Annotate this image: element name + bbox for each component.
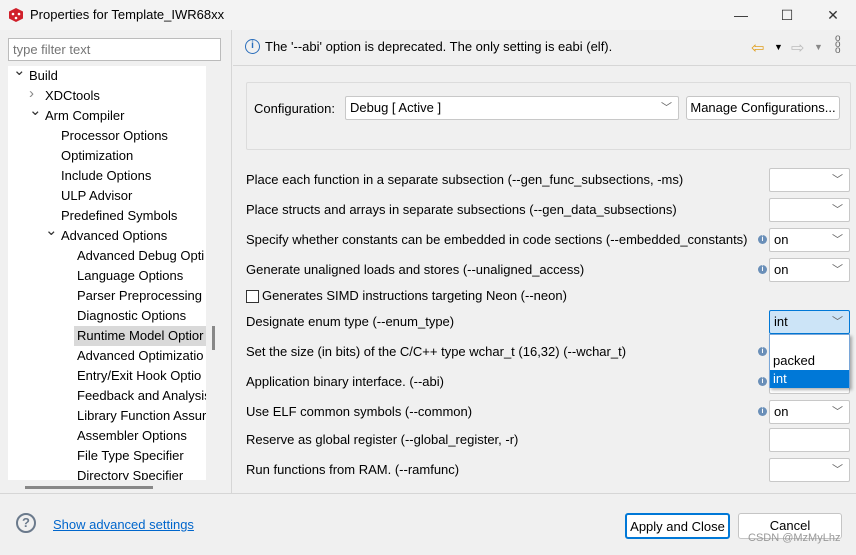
option-label: Set the size (in bits) of the C/C++ type… (246, 344, 627, 359)
configuration-label: Configuration: (254, 101, 335, 116)
manage-configurations-button[interactable]: Manage Configurations... (686, 96, 840, 120)
deprecation-message: The '--abi' option is deprecated. The on… (265, 39, 613, 54)
tree-item[interactable]: Library Function Assur (74, 406, 206, 426)
option-value: int (774, 314, 788, 329)
tree-item[interactable]: ULP Advisor (58, 186, 132, 206)
tree-item[interactable]: Runtime Model Optior (74, 326, 206, 346)
info-icon[interactable]: i (758, 235, 767, 244)
option-value: on (774, 262, 789, 277)
option-select[interactable]: int ﹀ (769, 310, 850, 334)
window-title: Properties for Template_IWR68xx (30, 7, 225, 22)
tree-item[interactable]: Assembler Options (74, 426, 187, 446)
tree-item[interactable]: Language Options (74, 266, 183, 286)
title-bar: Properties for Template_IWR68xx — ☐ ✕ (0, 0, 856, 30)
chevron-down-icon[interactable]: ⌄ (45, 221, 58, 239)
tree-item[interactable]: Processor Options (58, 126, 168, 146)
footer-divider (0, 493, 856, 494)
tree-item[interactable]: Predefined Symbols (58, 206, 177, 226)
configuration-value: Debug [ Active ] (350, 100, 442, 115)
info-icon: i (245, 39, 260, 54)
chevron-down-icon: ﹀ (832, 464, 843, 476)
tree-item[interactable]: Optimization (58, 146, 133, 166)
tree-item[interactable]: Arm Compiler (42, 106, 124, 126)
chevron-down-icon[interactable]: ⌄ (29, 101, 42, 119)
tree-item[interactable]: Advanced Optimizatio (74, 346, 203, 366)
info-icon[interactable]: i (758, 347, 767, 356)
chevron-down-icon: ﹀ (832, 406, 843, 418)
tree-item[interactable]: Build (26, 66, 58, 86)
dropdown-option-highlighted[interactable]: int (770, 370, 849, 388)
option-label: Application binary interface. (--abi) (246, 374, 444, 389)
tree-vertical-scrollbar[interactable] (206, 66, 221, 480)
help-icon[interactable]: ? (16, 513, 36, 533)
dropdown-option[interactable] (770, 335, 849, 352)
option-select[interactable]: on ﹀ (769, 228, 850, 252)
tree-item[interactable]: Advanced Debug Opti (74, 246, 204, 266)
close-button[interactable]: ✕ (810, 0, 856, 30)
chevron-down-icon: ﹀ (832, 316, 843, 328)
option-label: Reserve as global register (--global_reg… (246, 432, 519, 447)
chevron-down-icon: ﹀ (661, 102, 672, 114)
chevron-down-icon: ﹀ (832, 264, 843, 276)
info-icon[interactable]: i (758, 377, 767, 386)
option-label: Specify whether constants can be embedde… (246, 232, 748, 247)
minimize-button[interactable]: — (718, 0, 764, 30)
tree-item[interactable]: Entry/Exit Hook Optio (74, 366, 201, 386)
option-value: on (774, 232, 789, 247)
tree-item[interactable]: XDCtools (42, 86, 100, 106)
option-label: Place structs and arrays in separate sub… (246, 202, 677, 217)
option-select[interactable]: on ﹀ (769, 258, 850, 282)
option-label: Run functions from RAM. (--ramfunc) (246, 462, 460, 477)
tree-item[interactable]: Feedback and Analysis (74, 386, 206, 406)
forward-menu-icon[interactable]: ▼ (814, 42, 823, 52)
option-select[interactable]: ﹀ (769, 198, 850, 222)
option-label: Designate enum type (--enum_type) (246, 314, 455, 329)
chevron-down-icon: ﹀ (832, 204, 843, 216)
neon-checkbox[interactable] (246, 290, 259, 303)
tree-item[interactable]: Parser Preprocessing (74, 286, 202, 306)
back-menu-icon[interactable]: ▼ (774, 42, 783, 52)
watermark: CSDN @MzMyLhz (748, 532, 841, 544)
enum-type-dropdown[interactable]: packed int (769, 334, 850, 388)
tree-item[interactable]: Directory Specifier (74, 466, 183, 480)
info-icon[interactable]: i (758, 265, 767, 274)
option-select[interactable]: ﹀ (769, 458, 850, 482)
tree-horizontal-scroll-thumb[interactable] (25, 486, 153, 489)
chevron-down-icon: ﹀ (832, 234, 843, 246)
back-arrow-icon[interactable]: ⇦ (751, 38, 764, 58)
option-select[interactable]: on ﹀ (769, 400, 850, 424)
option-value: on (774, 404, 789, 419)
forward-arrow-icon[interactable]: ⇨ (791, 38, 804, 58)
chevron-right-icon[interactable]: › (29, 85, 34, 102)
info-icon[interactable]: i (758, 407, 767, 416)
filter-input[interactable] (8, 38, 221, 61)
tree-item[interactable]: File Type Specifier (74, 446, 184, 466)
option-label: Generate unaligned loads and stores (--u… (246, 262, 585, 277)
configuration-select[interactable]: Debug [ Active ] ﹀ (345, 96, 679, 120)
show-advanced-settings-link[interactable]: Show advanced settings (53, 517, 194, 532)
tree-item[interactable]: Diagnostic Options (74, 306, 186, 326)
option-label: Generates SIMD instructions targeting Ne… (262, 288, 567, 303)
app-icon (9, 8, 23, 22)
chevron-down-icon: ﹀ (832, 174, 843, 186)
dropdown-option[interactable]: packed (770, 352, 849, 370)
option-text-input[interactable] (769, 428, 850, 452)
option-label: Place each function in a separate subsec… (246, 172, 684, 187)
tree-item[interactable]: Include Options (58, 166, 151, 186)
tree-item[interactable]: Advanced Options (58, 226, 167, 246)
option-label: Use ELF common symbols (--common) (246, 404, 473, 419)
more-menu-icon[interactable]: ooo (835, 34, 843, 56)
option-select[interactable]: ﹀ (769, 168, 850, 192)
chevron-down-icon[interactable]: ⌄ (13, 66, 26, 79)
apply-and-close-button[interactable]: Apply and Close (625, 513, 730, 539)
maximize-button[interactable]: ☐ (764, 0, 810, 30)
tree-vertical-scroll-thumb[interactable] (212, 326, 215, 350)
property-tree: ⌄ Build › XDCtools ⌄ Arm Compiler Processor Op… (8, 66, 206, 480)
